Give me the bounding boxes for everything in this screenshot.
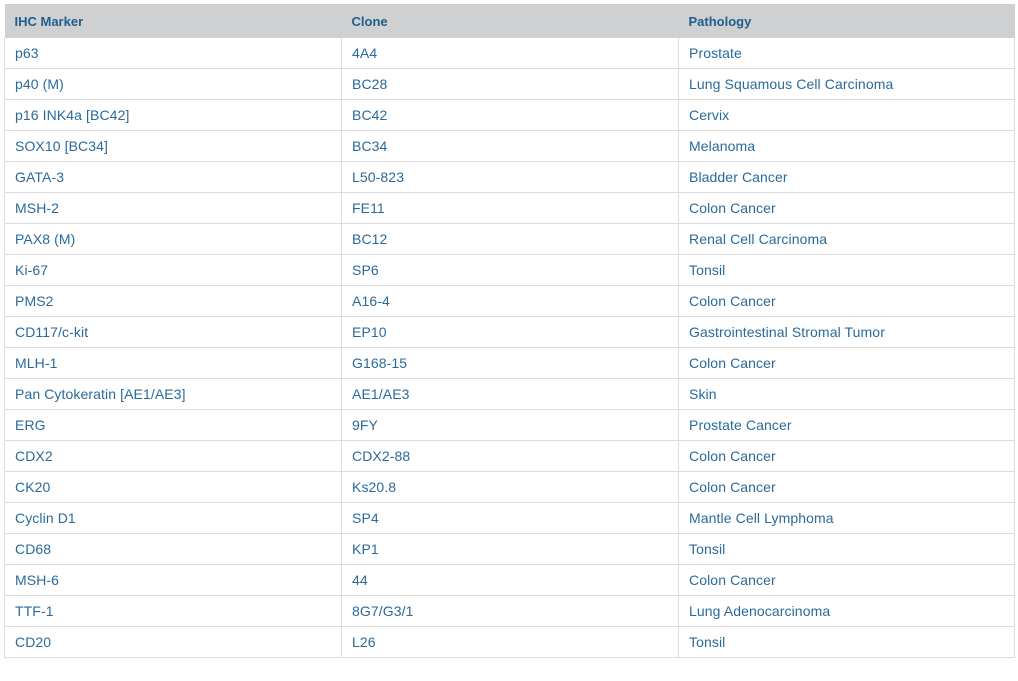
- ihc-marker-cell: PMS2: [4, 285, 342, 317]
- table-body: p63 4A4 Prostate p40 (M) BC28 Lung Squamous C…: [4, 38, 1015, 658]
- ihc-marker-cell: PAX8 (M): [4, 223, 342, 255]
- table-header: IHC Marker Clone Pathology: [4, 4, 1015, 38]
- pathology-cell: Lung Squamous Cell Carcinoma: [678, 68, 1015, 100]
- clone-cell: G168-15: [341, 347, 679, 379]
- table-row: CDX2 CDX2-88 Colon Cancer: [4, 440, 1015, 472]
- table-row: PAX8 (M) BC12 Renal Cell Carcinoma: [4, 223, 1015, 255]
- clone-cell: BC42: [341, 99, 679, 131]
- ihc-marker-cell: CD68: [4, 533, 342, 565]
- table-row: PMS2 A16-4 Colon Cancer: [4, 285, 1015, 317]
- pathology-cell: Colon Cancer: [678, 285, 1015, 317]
- table-row: CD20 L26 Tonsil: [4, 626, 1015, 658]
- ihc-marker-cell: TTF-1: [4, 595, 342, 627]
- table-row: ERG 9FY Prostate Cancer: [4, 409, 1015, 441]
- pathology-cell: Skin: [678, 378, 1015, 410]
- table-row: GATA-3 L50-823 Bladder Cancer: [4, 161, 1015, 193]
- clone-cell: L50-823: [341, 161, 679, 193]
- clone-cell: L26: [341, 626, 679, 658]
- table-row: TTF-1 8G7/G3/1 Lung Adenocarcinoma: [4, 595, 1015, 627]
- ihc-marker-cell: CDX2: [4, 440, 342, 472]
- table-row: p63 4A4 Prostate: [4, 38, 1015, 69]
- ihc-marker-cell: CK20: [4, 471, 342, 503]
- column-header-clone: Clone: [341, 4, 679, 38]
- pathology-cell: Gastrointestinal Stromal Tumor: [678, 316, 1015, 348]
- pathology-cell: Prostate: [678, 38, 1015, 69]
- pathology-cell: Colon Cancer: [678, 440, 1015, 472]
- clone-cell: Ks20.8: [341, 471, 679, 503]
- clone-cell: EP10: [341, 316, 679, 348]
- header-row: IHC Marker Clone Pathology: [4, 4, 1015, 38]
- ihc-marker-cell: GATA-3: [4, 161, 342, 193]
- pathology-cell: Renal Cell Carcinoma: [678, 223, 1015, 255]
- ihc-marker-cell: p40 (M): [4, 68, 342, 100]
- ihc-marker-cell: ERG: [4, 409, 342, 441]
- pathology-cell: Mantle Cell Lymphoma: [678, 502, 1015, 534]
- clone-cell: BC28: [341, 68, 679, 100]
- clone-cell: KP1: [341, 533, 679, 565]
- clone-cell: CDX2-88: [341, 440, 679, 472]
- clone-cell: 9FY: [341, 409, 679, 441]
- ihc-marker-cell: p63: [4, 38, 342, 69]
- table-row: CK20 Ks20.8 Colon Cancer: [4, 471, 1015, 503]
- ihc-marker-cell: MLH-1: [4, 347, 342, 379]
- pathology-cell: Prostate Cancer: [678, 409, 1015, 441]
- ihc-marker-cell: Pan Cytokeratin [AE1/AE3]: [4, 378, 342, 410]
- ihc-marker-cell: Ki-67: [4, 254, 342, 286]
- ihc-marker-cell: SOX10 [BC34]: [4, 130, 342, 162]
- pathology-cell: Bladder Cancer: [678, 161, 1015, 193]
- table-row: MSH-6 44 Colon Cancer: [4, 564, 1015, 596]
- pathology-cell: Cervix: [678, 99, 1015, 131]
- column-header-ihc-marker: IHC Marker: [4, 4, 342, 38]
- pathology-cell: Tonsil: [678, 254, 1015, 286]
- table-row: Cyclin D1 SP4 Mantle Cell Lymphoma: [4, 502, 1015, 534]
- ihc-marker-cell: MSH-2: [4, 192, 342, 224]
- ihc-marker-table: IHC Marker Clone Pathology p63 4A4 Prostat…: [4, 4, 1015, 658]
- clone-cell: SP6: [341, 254, 679, 286]
- table-row: CD117/c-kit EP10 Gastrointestinal Stromal …: [4, 316, 1015, 348]
- ihc-marker-cell: CD20: [4, 626, 342, 658]
- column-header-pathology: Pathology: [678, 4, 1015, 38]
- table-row: Ki-67 SP6 Tonsil: [4, 254, 1015, 286]
- clone-cell: 44: [341, 564, 679, 596]
- table-row: p16 INK4a [BC42] BC42 Cervix: [4, 99, 1015, 131]
- clone-cell: BC12: [341, 223, 679, 255]
- clone-cell: 8G7/G3/1: [341, 595, 679, 627]
- ihc-marker-cell: p16 INK4a [BC42]: [4, 99, 342, 131]
- pathology-cell: Colon Cancer: [678, 347, 1015, 379]
- pathology-cell: Colon Cancer: [678, 471, 1015, 503]
- ihc-marker-cell: MSH-6: [4, 564, 342, 596]
- table-row: p40 (M) BC28 Lung Squamous Cell Carcinoma: [4, 68, 1015, 100]
- table-row: CD68 KP1 Tonsil: [4, 533, 1015, 565]
- pathology-cell: Colon Cancer: [678, 564, 1015, 596]
- ihc-marker-cell: CD117/c-kit: [4, 316, 342, 348]
- clone-cell: A16-4: [341, 285, 679, 317]
- ihc-marker-table-container: IHC Marker Clone Pathology p63 4A4 Prostat…: [4, 4, 1015, 658]
- table-row: Pan Cytokeratin [AE1/AE3] AE1/AE3 Skin: [4, 378, 1015, 410]
- pathology-cell: Melanoma: [678, 130, 1015, 162]
- table-row: SOX10 [BC34] BC34 Melanoma: [4, 130, 1015, 162]
- clone-cell: BC34: [341, 130, 679, 162]
- clone-cell: AE1/AE3: [341, 378, 679, 410]
- clone-cell: SP4: [341, 502, 679, 534]
- pathology-cell: Tonsil: [678, 626, 1015, 658]
- pathology-cell: Lung Adenocarcinoma: [678, 595, 1015, 627]
- table-row: MSH-2 FE11 Colon Cancer: [4, 192, 1015, 224]
- pathology-cell: Tonsil: [678, 533, 1015, 565]
- pathology-cell: Colon Cancer: [678, 192, 1015, 224]
- clone-cell: 4A4: [341, 38, 679, 69]
- clone-cell: FE11: [341, 192, 679, 224]
- ihc-marker-cell: Cyclin D1: [4, 502, 342, 534]
- table-row: MLH-1 G168-15 Colon Cancer: [4, 347, 1015, 379]
